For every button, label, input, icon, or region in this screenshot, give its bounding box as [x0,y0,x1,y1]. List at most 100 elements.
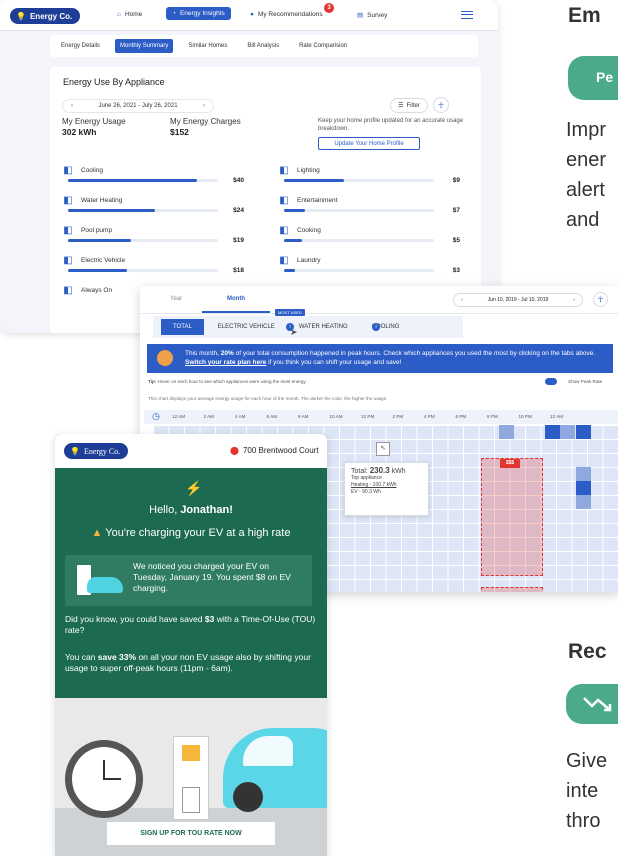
section-heading-bottom: Rec [568,640,607,663]
appliance-item[interactable]: ◧ Pool pump $19 [62,225,244,253]
ac-icon: ◧ [63,165,73,176]
tab-bill-analysis[interactable]: Bill Analysis [242,39,284,53]
nav-my-recommendations[interactable]: ● My Recommendations [250,11,323,18]
chevron-left-icon[interactable]: ‹ [71,103,73,109]
usage-value: 302 kWh [62,127,97,137]
address: ⬤ 700 Brentwood Court [230,446,319,455]
heatmap-date-selector[interactable]: ‹ Jun 10, 2019 - Jul 10, 2019 › [453,293,583,307]
brand-logo[interactable]: 💡 Energy Co. [10,8,81,24]
email-header: 💡 Energy Co. ⬤ 700 Brentwood Court [55,434,327,468]
usage-bar-track [68,269,218,272]
appliance-item[interactable]: ◧ Water Heating $24 [62,195,244,223]
tab-water-heating[interactable]: WATER HEATING [299,324,348,330]
ev-notice-box: We noticed you charged your EV on Tuesda… [65,555,312,606]
signup-tou-button[interactable]: SIGN UP FOR TOU RATE NOW [107,822,275,845]
hour-label: 4 AM [235,414,246,419]
peak-rate-toggle[interactable] [545,378,557,385]
home-icon: ⌂ [117,11,121,18]
tab-total[interactable]: TOTAL [161,319,204,335]
appliance-item[interactable]: ◧ Cooking $5 [278,225,460,253]
ev-car-icon [223,728,327,812]
cursor-icon: ⇖ [376,442,390,456]
accessibility-icon[interactable]: ☥ [433,97,449,113]
tab-month[interactable]: Month [227,296,245,302]
appliance-item[interactable]: ◧ Entertainment $7 [278,195,460,223]
switch-rate-link[interactable]: Switch your rate plan here [185,359,266,366]
tab-energy-details[interactable]: Energy Details [56,39,105,53]
pool-icon: ◧ [63,225,73,236]
peak-price-badge: $$$ [500,459,520,468]
active-tab-underline [202,311,270,313]
heatmap-cell[interactable] [545,425,560,439]
charges-label: My Energy Charges [170,117,241,126]
top-nav: 💡 Energy Co. ⌂ Home ◔ Energy Insights ● My R… [0,0,498,31]
chevron-left-icon[interactable]: ‹ [461,297,463,303]
appliance-cost: $7 [452,207,460,214]
usage-bar-fill [284,239,302,242]
notification-badge: 3 [324,3,334,13]
info-icon[interactable]: i [372,323,380,331]
appliance-item[interactable]: ◧ Cooling $40 [62,165,244,193]
tab-electric-vehicle[interactable]: ELECTRIC VEHICLE [218,324,275,330]
power-icon: ◧ [63,285,73,296]
heatmap-cell[interactable] [576,425,591,439]
section-body-bottom: Give inte thro [566,750,608,832]
feature-pill[interactable]: Pe [568,56,618,100]
tab-year[interactable]: Year [170,296,182,302]
trend-down-icon [583,697,612,712]
hour-label: 8 PM [487,414,498,419]
charging-station-icon [173,736,209,820]
heatmap-cell[interactable] [499,425,514,439]
appliance-cost: $3 [452,267,460,274]
heatmap-cell[interactable] [560,425,575,439]
shift-usage-text: You can save 33% on all your non EV usag… [65,652,311,673]
heatmap-cell[interactable] [576,481,591,495]
tab-rate-comparison[interactable]: Rate Comparision [294,39,352,53]
peak-alert-banner: This month, 20% of your total consumptio… [147,344,613,373]
date-range-selector[interactable]: ‹ June 26, 2021 - July 26, 2021 › [62,99,214,113]
chat-icon: ● [250,11,254,18]
survey-icon: ▤ [357,12,364,19]
appliance-cost: $24 [233,207,244,214]
section-body-top: Impr ener alert and [566,119,607,231]
tab-monthly-summary[interactable]: Monthly Summary [115,39,174,53]
usage-bar-track [284,239,434,242]
usage-bar-track [68,209,218,212]
hour-label: 6 AM [266,414,277,419]
heatmap-cell[interactable] [576,495,591,509]
filter-button[interactable]: ☰ Filter [390,98,428,113]
update-profile-button[interactable]: Update Your Home Profile [318,137,420,150]
chevron-right-icon[interactable]: › [573,297,575,303]
heatmap-cell[interactable] [576,467,591,481]
hamburger-menu-icon[interactable] [461,11,473,19]
appliance-item[interactable]: ◧ Lighting $9 [278,165,460,193]
appliance-item[interactable]: ◧ Laundry $3 [278,255,460,283]
usage-bar-track [284,209,434,212]
usage-bar-track [284,179,434,182]
brand-logo[interactable]: 💡 Energy Co. [64,443,129,459]
hour-axis: ◷ 12 AM 2 AM 4 AM 6 AM 8 AM 10 AM 12 PM 2 PM 4 P… [144,410,618,424]
usage-bar-fill [68,269,127,272]
tip-text: Tip: Hover on each hour to see which app… [148,379,307,384]
pot-icon: ◧ [279,225,289,236]
appliance-cost: $19 [233,237,244,244]
tab-similar-homes[interactable]: Similar Homes [183,39,232,53]
hour-label: 6 PM [455,414,467,419]
appliance-item[interactable]: ◧ Electric Vehicle $18 [62,255,244,283]
chevron-right-icon[interactable]: › [203,103,205,109]
appliance-cost: $18 [233,267,244,274]
hover-tooltip: Total: 230.3 kWh Top appliance Heating -… [344,462,429,516]
appliance-cost: $40 [233,177,244,184]
nav-energy-insights[interactable]: ◔ Energy Insights [166,7,231,20]
most-used-badge: MOST USED [275,309,305,316]
charging-alert: ▲ You're charging your EV at a high rate [91,527,291,539]
trend-pill[interactable] [566,684,618,724]
greeting: Hello, Jonathan! [149,504,233,516]
energy-insights-card: 💡 Energy Co. ⌂ Home ◔ Energy Insights ● My R… [0,0,498,333]
accessibility-icon[interactable]: ☥ [593,292,608,307]
nav-home[interactable]: ⌂ Home [117,11,142,18]
nav-survey[interactable]: ▤ Survey [357,11,387,20]
charges-value: $152 [170,127,189,137]
date-range-text: June 26, 2021 - July 26, 2021 [98,103,178,109]
hour-label: 12 PM [361,414,375,419]
